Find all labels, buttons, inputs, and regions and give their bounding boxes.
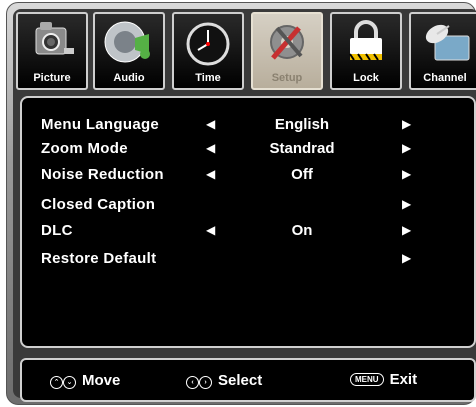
- exit-hint: MENU Exit: [350, 371, 417, 388]
- tab-picture[interactable]: Picture: [16, 12, 88, 90]
- padlock-icon: [338, 18, 394, 68]
- menu-item-label: DLC: [41, 222, 73, 239]
- tab-lock[interactable]: Lock: [330, 12, 402, 90]
- menu-item-value: Standrad: [269, 140, 335, 157]
- select-hint: ‹ › Select: [186, 371, 262, 389]
- right-arrow-icon[interactable]: ▶: [402, 251, 411, 265]
- left-arrow-icon[interactable]: ◀: [206, 223, 215, 237]
- down-button-icon: ⌄: [63, 376, 76, 389]
- right-button-icon: ›: [199, 376, 212, 389]
- select-label: Select: [218, 371, 263, 389]
- menu-row-zoom-mode[interactable]: Zoom Mode ◀ Standrad ▶: [22, 138, 476, 160]
- menu-item-label: Noise Reduction: [41, 166, 164, 183]
- tab-label: Audio: [113, 72, 145, 84]
- tab-channel[interactable]: Channel: [409, 12, 476, 90]
- tab-bar: Picture Audio Time Setup Lock Channel: [16, 12, 476, 92]
- menu-row-noise-reduction[interactable]: Noise Reduction ◀ Off ▶: [22, 164, 476, 186]
- right-arrow-icon[interactable]: ▶: [402, 197, 411, 211]
- menu-item-label: Menu Language: [41, 116, 160, 133]
- menu-row-menu-language[interactable]: Menu Language ◀ English ▶: [22, 114, 476, 136]
- menu-row-dlc[interactable]: DLC ◀ On ▶: [22, 220, 476, 242]
- speaker-icon: [101, 18, 157, 68]
- key-hint-bar: ⌃ ⌄ Move ‹ › Select MENU Exit: [20, 358, 476, 402]
- exit-label: Exit: [389, 371, 418, 388]
- tab-time[interactable]: Time: [172, 12, 244, 90]
- right-arrow-icon[interactable]: ▶: [402, 167, 411, 181]
- menu-item-label: Zoom Mode: [41, 140, 128, 157]
- tab-audio[interactable]: Audio: [93, 12, 165, 90]
- menu-item-value: Off: [291, 166, 313, 183]
- tab-label: Setup: [271, 72, 303, 84]
- camera-icon: [24, 18, 80, 68]
- satellite-dish-icon: [417, 18, 473, 68]
- clock-icon: [180, 18, 236, 68]
- left-right-icon: ‹ ›: [186, 371, 212, 389]
- move-hint: ⌃ ⌄ Move: [50, 371, 120, 389]
- gear-wrench-icon: [259, 18, 315, 68]
- tab-label: Picture: [33, 72, 71, 84]
- tab-setup[interactable]: Setup: [251, 12, 323, 90]
- right-arrow-icon[interactable]: ▶: [402, 117, 411, 131]
- tab-label: Channel: [423, 72, 467, 84]
- setup-menu-panel: Menu Language ◀ English ▶ Zoom Mode ◀ St…: [20, 96, 476, 348]
- menu-item-value: On: [291, 222, 313, 239]
- left-arrow-icon[interactable]: ◀: [206, 141, 215, 155]
- left-button-icon: ‹: [186, 376, 199, 389]
- menu-row-restore-default[interactable]: Restore Default ▶: [22, 248, 476, 270]
- menu-row-closed-caption[interactable]: Closed Caption ▶: [22, 194, 476, 216]
- tab-label: Time: [195, 72, 221, 84]
- left-arrow-icon[interactable]: ◀: [206, 117, 215, 131]
- up-button-icon: ⌃: [50, 376, 63, 389]
- up-down-icon: ⌃ ⌄: [50, 371, 76, 389]
- menu-item-label: Restore Default: [41, 250, 157, 267]
- menu-item-value: English: [274, 116, 330, 133]
- right-arrow-icon[interactable]: ▶: [402, 223, 411, 237]
- menu-item-label: Closed Caption: [41, 196, 156, 213]
- menu-key-icon: MENU: [350, 373, 384, 386]
- right-arrow-icon[interactable]: ▶: [402, 141, 411, 155]
- tab-label: Lock: [353, 72, 379, 84]
- move-label: Move: [82, 371, 121, 389]
- left-arrow-icon[interactable]: ◀: [206, 167, 215, 181]
